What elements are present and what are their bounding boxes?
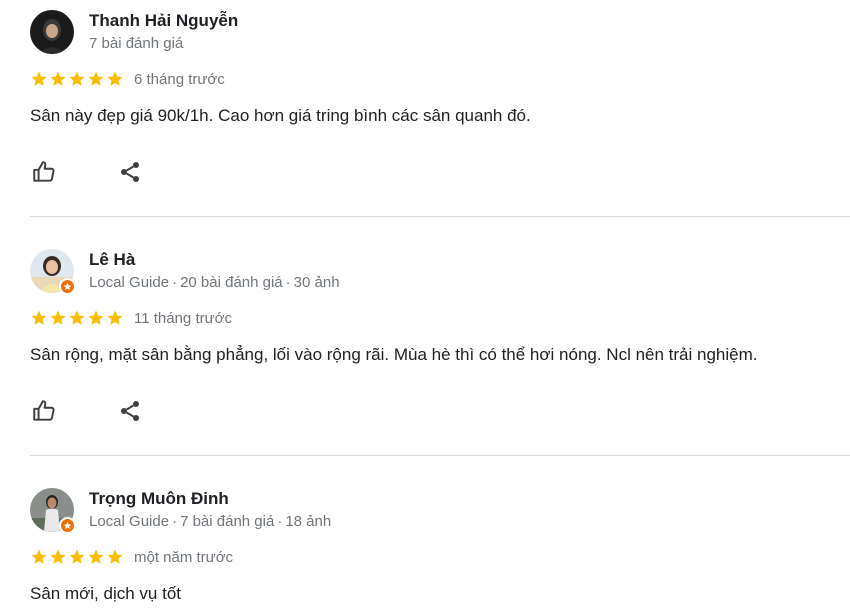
review-count: 7 bài đánh giá [89,35,184,52]
star-icon [107,310,123,325]
star-rating [30,548,124,566]
share-icon [121,162,139,182]
divider [30,216,850,217]
local-guide-label: Local Guide [89,274,170,291]
review-age: 11 tháng trước [134,309,232,327]
review-age: 6 tháng trước [134,70,225,88]
avatar[interactable] [30,488,76,534]
star-icon [107,549,123,564]
avatar[interactable] [30,10,74,54]
review-count: 20 bài đánh giá [180,274,283,291]
photo-count: 18 ảnh [285,513,332,530]
star-icon [69,310,85,325]
star-icon [88,549,104,564]
author-name[interactable]: Thanh Hải Nguyễn [89,11,238,31]
author-meta: Local Guide · 20 bài đánh giá · 30 ảnh [89,274,340,291]
star-icon [50,71,66,86]
author-meta: Local Guide · 7 bài đánh giá · 18 ảnh [89,513,332,530]
local-guide-badge-icon [59,278,76,295]
review-actions [30,158,144,186]
review-actions [30,397,144,425]
share-icon [121,401,139,421]
star-icon [69,549,85,564]
review-count: 7 bài đánh giá [180,513,275,530]
share-button[interactable] [116,158,144,186]
author-meta: 7 bài đánh giá [89,35,183,52]
star-icon [107,71,123,86]
thumbs-up-icon [33,161,55,182]
star-icon [50,310,66,325]
star-icon [31,71,47,86]
review-text: Sân rộng, mặt sân bằng phẳng, lối vào rộ… [30,345,758,364]
avatar-image [30,10,74,54]
star-rating [30,70,124,88]
divider [30,455,850,456]
like-button[interactable] [30,158,58,186]
share-button[interactable] [116,397,144,425]
review-age: một năm trước [134,548,234,566]
star-icon [50,549,66,564]
star-icon [31,310,47,325]
review-text: Sân này đẹp giá 90k/1h. Cao hơn giá trin… [30,106,531,125]
star-icon [88,71,104,86]
like-button[interactable] [30,397,58,425]
thumbs-up-icon [33,400,55,421]
review-text: Sân mới, dịch vụ tốt [30,584,181,603]
rating-row: 6 tháng trước [30,69,225,89]
star-rating [30,309,124,327]
local-guide-badge-icon [59,517,76,534]
avatar[interactable] [30,249,76,295]
author-name[interactable]: Trọng Muôn Đinh [89,489,229,509]
local-guide-label: Local Guide [89,513,170,530]
rating-row: một năm trước [30,547,233,567]
star-icon [88,310,104,325]
rating-row: 11 tháng trước [30,308,232,328]
author-name[interactable]: Lê Hà [89,250,135,270]
star-icon [31,549,47,564]
star-icon [69,71,85,86]
photo-count: 30 ảnh [293,274,340,291]
